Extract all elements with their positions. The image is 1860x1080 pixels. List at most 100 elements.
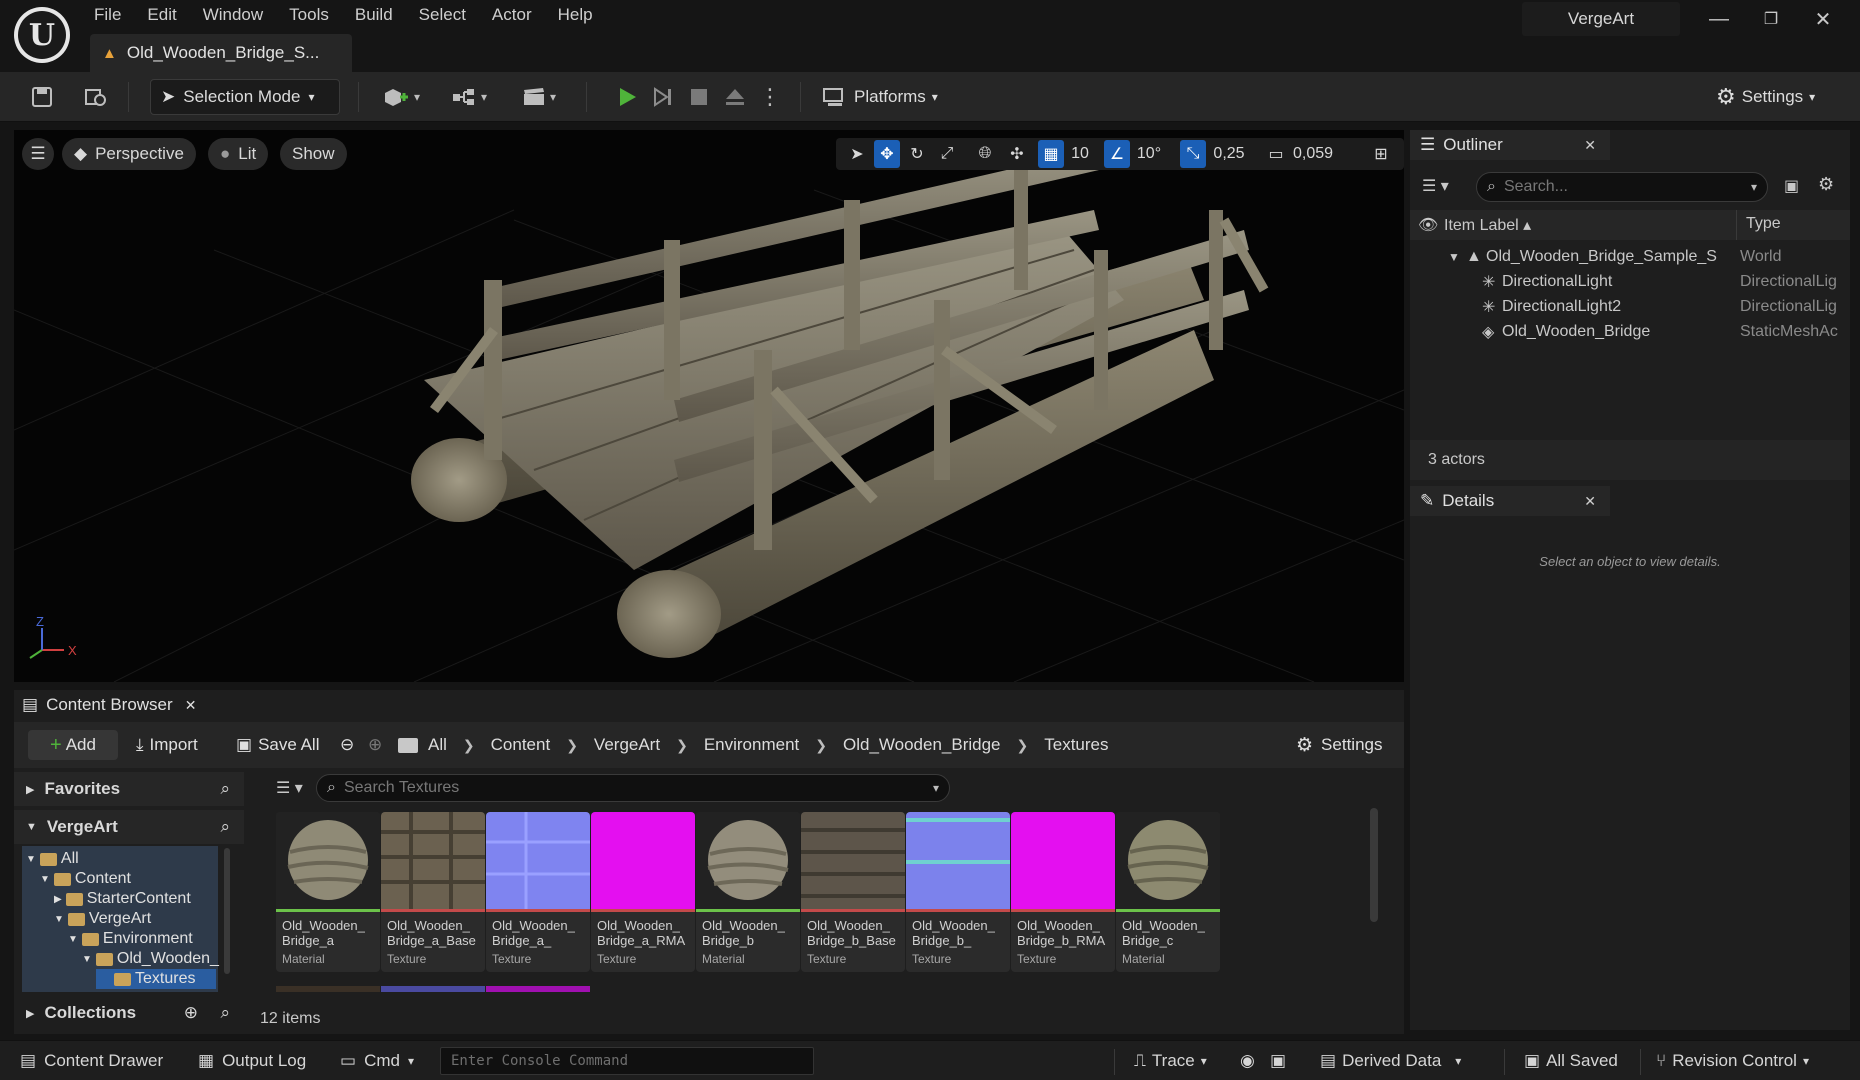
- search-icon[interactable]: ⌕: [220, 817, 230, 837]
- menu-build[interactable]: Build: [341, 0, 405, 30]
- history-back-icon[interactable]: ⊖: [340, 730, 354, 760]
- platforms-dropdown[interactable]: Platforms ▾: [822, 80, 938, 114]
- favorites-section[interactable]: ▶ Favorites ⌕: [14, 772, 244, 806]
- menu-edit[interactable]: Edit: [133, 0, 188, 30]
- scale-snap-value[interactable]: 0,25: [1208, 140, 1250, 168]
- all-saved-button[interactable]: ▣ All Saved: [1524, 1047, 1618, 1075]
- eye-icon[interactable]: 👁︎: [1418, 215, 1438, 235]
- expand-arrow-icon[interactable]: ▼: [1448, 250, 1460, 264]
- scale-tool-icon[interactable]: ⤢: [934, 140, 960, 168]
- collections-section[interactable]: ▶ Collections ⊕ ⌕: [14, 996, 244, 1030]
- add-folder-icon[interactable]: ▣: [1784, 176, 1799, 196]
- revision-control-dropdown[interactable]: ⑂ Revision Control ▾: [1656, 1047, 1809, 1075]
- breadcrumb-all[interactable]: All: [428, 735, 447, 755]
- asset-tile[interactable]: Old_Wooden_ Bridge_b_ Normal_DX Texture: [906, 812, 1010, 972]
- asset-tile[interactable]: Old_Wooden_ Bridge_a_Base Color Texture: [381, 812, 485, 972]
- add-button[interactable]: + Add: [28, 730, 118, 760]
- stop-icon[interactable]: [684, 80, 714, 114]
- outliner-search-input[interactable]: ⌕ Search... ▾: [1476, 172, 1768, 202]
- save-icon[interactable]: [28, 80, 56, 114]
- asset-scrollbar[interactable]: [1370, 808, 1378, 922]
- tree-scrollbar[interactable]: [224, 848, 230, 974]
- rotate-tool-icon[interactable]: ↻: [904, 140, 930, 168]
- output-log-button[interactable]: ▦ Output Log: [198, 1047, 306, 1075]
- outliner-row[interactable]: ◈ Old_Wooden_Bridge StaticMeshAc: [1410, 319, 1850, 344]
- selection-mode-dropdown[interactable]: ➤ Selection Mode ▾: [150, 79, 340, 115]
- folder-icon[interactable]: [398, 730, 422, 760]
- camera-speed-value[interactable]: 0,059: [1288, 140, 1338, 168]
- content-drawer-button[interactable]: ▤ Content Drawer: [20, 1047, 163, 1075]
- filter-icon[interactable]: ☰ ▾: [1422, 176, 1449, 196]
- close-icon[interactable]: ✕: [1584, 137, 1596, 154]
- menu-window[interactable]: Window: [189, 0, 275, 30]
- play-icon[interactable]: [612, 80, 642, 114]
- breadcrumb-textures[interactable]: Textures: [1044, 735, 1108, 755]
- world-space-icon[interactable]: 🌐︎: [972, 140, 998, 168]
- search-icon[interactable]: ⌕: [220, 779, 230, 799]
- filter-icon[interactable]: ☰ ▾: [276, 778, 303, 798]
- camera-speed-icon[interactable]: ▭: [1264, 140, 1288, 168]
- menu-tools[interactable]: Tools: [275, 0, 341, 30]
- show-dropdown[interactable]: Show: [280, 138, 347, 170]
- gear-icon[interactable]: ⚙: [1818, 174, 1834, 195]
- grid-snap-value[interactable]: 10: [1068, 140, 1092, 168]
- tree-item-old-wooden-bridge[interactable]: ▼ Old_Wooden_: [82, 949, 219, 969]
- close-window-icon[interactable]: ✕: [1800, 4, 1846, 34]
- more-options-icon[interactable]: ⋮: [756, 80, 784, 114]
- breadcrumb-environment[interactable]: Environment: [704, 735, 799, 755]
- save-all-button[interactable]: ▣ Save All: [236, 730, 320, 760]
- breadcrumb-vergeart[interactable]: VergeArt: [594, 735, 660, 755]
- select-tool-icon[interactable]: ➤: [844, 140, 870, 168]
- perspective-dropdown[interactable]: ◆ Perspective: [62, 138, 196, 170]
- asset-tile[interactable]: Old_Wooden_ Bridge_b_RMA Texture: [1011, 812, 1115, 972]
- browse-level-icon[interactable]: [82, 80, 110, 114]
- advance-frame-icon[interactable]: [648, 80, 678, 114]
- grid-snap-icon[interactable]: ▦: [1038, 140, 1064, 168]
- menu-help[interactable]: Help: [544, 0, 605, 30]
- details-tab[interactable]: ✎ Details ✕: [1410, 486, 1610, 516]
- level-viewport[interactable]: X Z ☰ ◆ Perspective ● Lit Show ➤ ✥ ↻ ⤢ 🌐…: [14, 130, 1404, 682]
- close-icon[interactable]: ✕: [185, 697, 197, 714]
- search-icon[interactable]: ⌕: [220, 1003, 230, 1023]
- asset-tile[interactable]: Old_Wooden_ Bridge_a Material: [276, 812, 380, 972]
- restore-icon[interactable]: ❐: [1748, 4, 1794, 34]
- type-column[interactable]: Type: [1746, 215, 1781, 233]
- breadcrumb-content[interactable]: Content: [491, 735, 551, 755]
- add-collection-icon[interactable]: ⊕: [184, 1003, 198, 1023]
- tree-item-environment[interactable]: ▼ Environment: [68, 929, 193, 949]
- unreal-logo-icon[interactable]: U: [14, 7, 70, 63]
- close-icon[interactable]: ✕: [1584, 493, 1596, 510]
- menu-select[interactable]: Select: [405, 0, 478, 30]
- surface-snap-icon[interactable]: ✣: [1004, 140, 1030, 168]
- history-forward-icon[interactable]: ⊕: [368, 730, 382, 760]
- item-label-column[interactable]: Item Label ▴: [1444, 215, 1531, 235]
- eject-icon[interactable]: [720, 80, 750, 114]
- asset-tile[interactable]: Old_Wooden_ Bridge_a_ Normal_DX Texture: [486, 812, 590, 972]
- asset-tile[interactable]: Old_Wooden_ Bridge_a_RMA Texture: [591, 812, 695, 972]
- tree-item-vergeart[interactable]: ▼ VergeArt: [54, 909, 151, 929]
- asset-tile[interactable]: Old_Wooden_ Bridge_c Material: [1116, 812, 1220, 972]
- asset-tile[interactable]: Old_Wooden_ Bridge_b_Base Color Texture: [801, 812, 905, 972]
- menu-file[interactable]: File: [80, 0, 133, 30]
- content-browser-tab[interactable]: ▤ Content Browser ✕: [14, 690, 196, 720]
- outliner-row[interactable]: ✳ DirectionalLight DirectionalLig: [1410, 269, 1850, 294]
- rotation-snap-value[interactable]: 10°: [1132, 140, 1166, 168]
- record-icon[interactable]: ◉: [1240, 1047, 1255, 1075]
- minimize-icon[interactable]: —: [1696, 4, 1742, 34]
- lit-dropdown[interactable]: ● Lit: [208, 138, 269, 170]
- breadcrumb-old-wooden-bridge[interactable]: Old_Wooden_Bridge: [843, 735, 1001, 755]
- tree-item-startercontent[interactable]: ▶ StarterContent: [54, 889, 191, 909]
- content-settings-button[interactable]: ⚙ Settings: [1296, 730, 1382, 760]
- asset-search-input[interactable]: ⌕ Search Textures ▾: [316, 774, 950, 802]
- outliner-row[interactable]: ✳ DirectionalLight2 DirectionalLig: [1410, 294, 1850, 319]
- outliner-tab[interactable]: ☰ Outliner ✕: [1410, 130, 1610, 160]
- asset-tile-partial[interactable]: [486, 986, 590, 992]
- asset-tile-partial[interactable]: [381, 986, 485, 992]
- blueprint-icon[interactable]: ▾: [446, 80, 492, 114]
- outliner-row[interactable]: ▼ ▲ Old_Wooden_Bridge_Sample_S World: [1410, 244, 1850, 269]
- trace-dropdown[interactable]: ⎍ Trace ▾: [1134, 1047, 1207, 1075]
- add-actor-icon[interactable]: ▾: [378, 80, 424, 114]
- cinematics-icon[interactable]: ▾: [516, 80, 562, 114]
- move-tool-icon[interactable]: ✥: [874, 140, 900, 168]
- menu-actor[interactable]: Actor: [478, 0, 544, 30]
